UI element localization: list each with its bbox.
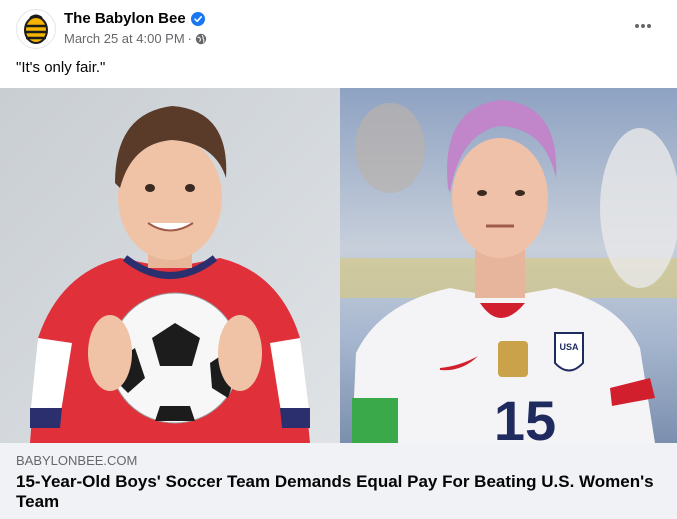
link-preview-card[interactable]: BABYLONBEE.COM 15-Year-Old Boys' Soccer … [0, 443, 677, 519]
page-name-label[interactable]: The Babylon Bee [64, 10, 186, 27]
right-photo-player: USA 15 [340, 88, 677, 443]
post-header: The Babylon Bee March 25 at 4:00 PM · [0, 0, 677, 56]
link-preview-image[interactable]: USA 15 [0, 88, 677, 443]
page-avatar[interactable] [16, 9, 56, 49]
page-name[interactable]: The Babylon Bee [64, 10, 205, 27]
usa-badge-text: USA [559, 342, 579, 352]
verified-badge-icon [190, 11, 205, 26]
left-photo-boy [0, 88, 340, 443]
link-domain: BABYLONBEE.COM [16, 453, 138, 468]
post-timestamp[interactable]: March 25 at 4:00 PM [64, 31, 185, 46]
meta-separator: · [187, 31, 193, 46]
post-meta: March 25 at 4:00 PM · [64, 31, 207, 46]
globe-icon[interactable] [195, 33, 207, 45]
more-options-button[interactable] [631, 14, 655, 38]
link-headline[interactable]: 15-Year-Old Boys' Soccer Team Demands Eq… [16, 472, 656, 512]
preview-photo: USA 15 [0, 88, 677, 443]
more-options-icon [635, 24, 651, 28]
bee-logo-icon [24, 14, 48, 44]
post-caption: "It's only fair." [16, 59, 106, 76]
jersey-number: 15 [494, 389, 556, 443]
